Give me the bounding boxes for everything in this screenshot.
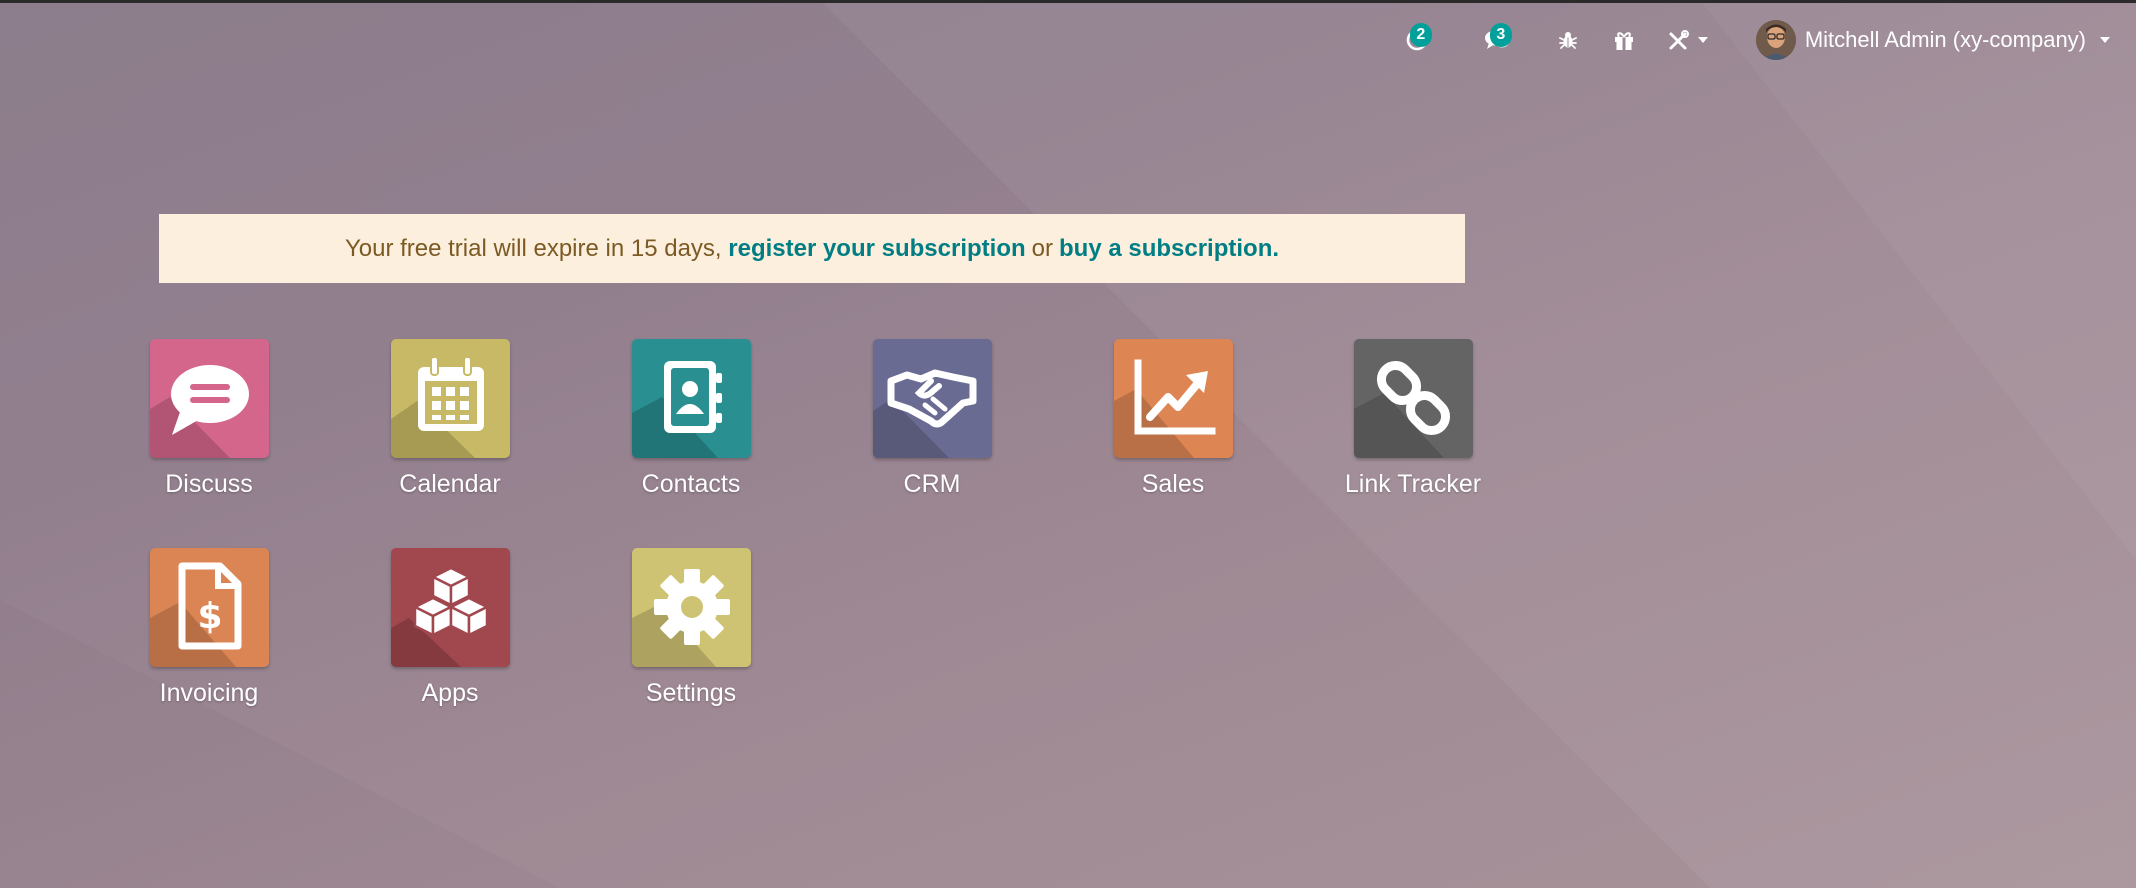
user-name: Mitchell Admin (xy-company) <box>1804 27 2086 52</box>
app-tile: $ <box>149 548 269 667</box>
top-systray: 2 3 Mitchell Admin (xy-company) <box>1388 0 2136 80</box>
app-label: Link Tracker <box>1344 470 1482 498</box>
app-tile <box>390 548 510 667</box>
user-menu[interactable]: Mitchell Admin (xy-company) <box>1755 0 2110 80</box>
tools-menu[interactable] <box>1660 0 1716 80</box>
app-contacts[interactable]: Contacts <box>591 339 791 509</box>
app-tile <box>390 339 510 458</box>
app-label: Settings <box>645 679 737 707</box>
trial-expiry-banner: Your free trial will expire in 15 days, … <box>159 214 1465 283</box>
chevron-down-icon <box>2100 37 2110 43</box>
gear-icon <box>653 569 730 645</box>
app-crm[interactable]: CRM <box>832 339 1032 509</box>
address-book-icon <box>663 361 722 433</box>
gift-menu[interactable] <box>1604 0 1644 80</box>
app-settings[interactable]: Settings <box>591 548 791 718</box>
avatar <box>1755 20 1796 60</box>
banner-text: Your free trial will expire in 15 days, <box>344 234 729 262</box>
buy-subscription-link[interactable]: buy a subscription. <box>1059 235 1279 263</box>
app-tile <box>1113 339 1233 458</box>
app-tile <box>631 339 751 458</box>
chevron-down-icon <box>1697 37 1708 43</box>
chart-up-icon <box>1134 359 1215 435</box>
app-label: Calendar <box>399 470 501 498</box>
app-tile <box>149 339 269 458</box>
app-label: CRM <box>903 470 961 498</box>
bug-icon <box>1558 30 1578 50</box>
app-label: Apps <box>421 679 479 707</box>
app-label: Sales <box>1141 470 1205 498</box>
app-apps[interactable]: Apps <box>350 548 550 718</box>
app-label: Discuss <box>165 470 253 498</box>
register-subscription-link[interactable]: register your subscription <box>728 235 1025 263</box>
app-discuss[interactable]: Discuss <box>109 339 309 509</box>
app-label: Contacts <box>641 470 741 498</box>
svg-text:$: $ <box>197 596 222 637</box>
link-icon <box>1376 360 1450 436</box>
background-decoration <box>820 0 2136 888</box>
cubes-icon <box>413 566 488 637</box>
app-link-tracker[interactable]: Link Tracker <box>1313 339 1513 509</box>
activity-menu[interactable]: 2 <box>1388 0 1446 80</box>
app-sales[interactable]: Sales <box>1073 339 1273 509</box>
app-invoicing[interactable]: $ Invoicing <box>109 548 309 718</box>
app-tile <box>1353 339 1473 458</box>
invoice-icon: $ <box>178 562 241 650</box>
debug-menu[interactable] <box>1548 0 1588 80</box>
handshake-icon <box>887 369 976 428</box>
messaging-menu[interactable]: 3 <box>1468 0 1526 80</box>
tools-icon <box>1668 29 1690 51</box>
app-calendar[interactable]: Calendar <box>350 339 550 509</box>
app-tile <box>872 339 992 458</box>
gift-icon <box>1613 29 1635 51</box>
chat-bubble-icon <box>170 365 249 435</box>
activity-count-badge: 2 <box>1409 23 1432 47</box>
banner-or-text: or <box>1031 234 1053 262</box>
calendar-icon <box>417 356 484 431</box>
app-tile <box>631 548 751 667</box>
app-label: Invoicing <box>159 679 259 707</box>
messages-count-badge: 3 <box>1489 23 1512 47</box>
